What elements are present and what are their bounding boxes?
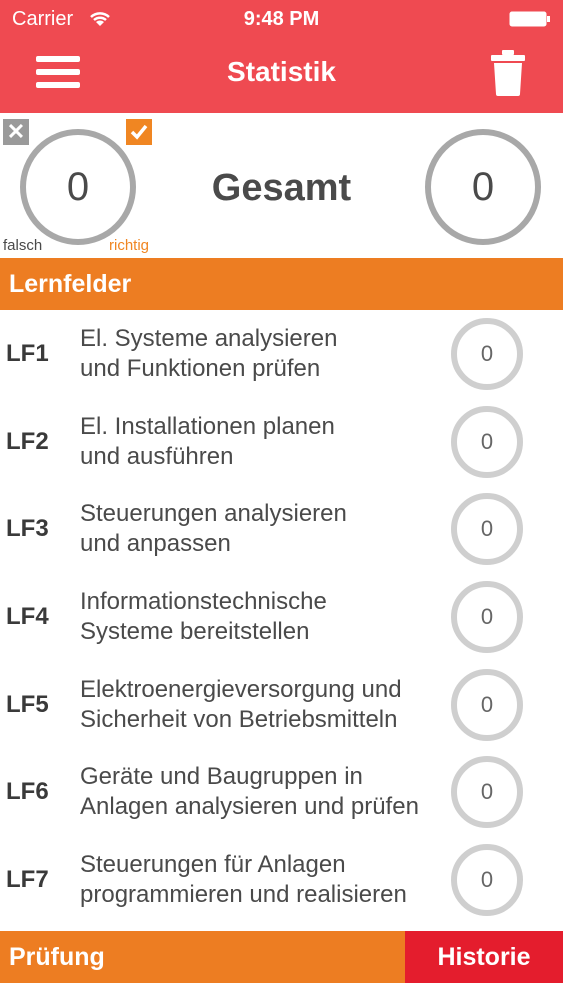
bottom-spacer	[0, 983, 563, 1000]
lernfeld-row-lf6[interactable]: LF6 Geräte und Baugruppen in Anlagen ana…	[0, 748, 563, 836]
lernfeld-count-ring: 0	[451, 756, 523, 829]
lernfeld-code: LF2	[6, 427, 49, 455]
lernfeld-code: LF5	[6, 690, 49, 718]
lernfeld-title-line2: Anlagen analysieren und prüfen	[80, 793, 419, 821]
lernfeld-row-lf3[interactable]: LF3 Steuerungen analysieren und anpassen…	[0, 485, 563, 573]
battery-icon	[509, 11, 550, 27]
lernfeld-title: El. Systeme analysieren und Funktionen p…	[80, 310, 337, 398]
wrong-badge-icon: ✕	[3, 119, 29, 145]
check-badge-icon	[126, 119, 152, 145]
lernfeld-title-line1: Elektroenergieversorgung und	[80, 675, 402, 703]
lernfeld-title: Steuerungen für Anlagen programmieren un…	[80, 836, 407, 924]
tab-pruefung[interactable]: Prüfung	[0, 931, 405, 983]
lernfeld-title-line2: und Funktionen prüfen	[80, 354, 321, 382]
lernfeld-count-ring: 0	[451, 405, 523, 478]
lernfeld-title-line1: Steuerungen analysieren	[80, 500, 347, 528]
lernfeld-title-line1: El. Systeme analysieren	[80, 324, 338, 352]
lernfeld-row-lf4[interactable]: LF4 Informationstechnische Systeme berei…	[0, 573, 563, 661]
lernfeld-title-line2: programmieren und realisieren	[80, 880, 407, 908]
trash-icon[interactable]	[490, 50, 526, 96]
lernfeld-row-lf7[interactable]: LF7 Steuerungen für Anlagen programmiere…	[0, 836, 563, 924]
lernfeld-title-line2: Systeme bereitstellen	[80, 617, 310, 645]
lernfelder-list: LF1 El. Systeme analysieren und Funktion…	[0, 310, 563, 924]
lernfeld-count-ring: 0	[451, 668, 523, 741]
lernfeld-title-line1: El. Installationen planen	[80, 412, 335, 440]
lernfeld-code: LF3	[6, 515, 49, 543]
lernfeld-title-line1: Informationstechnische	[80, 587, 327, 615]
bottom-bar: Prüfung Historie	[0, 931, 563, 983]
lernfeld-title: Informationstechnische Systeme bereitste…	[80, 573, 327, 661]
status-bar: Carrier 9:48 PM	[0, 0, 563, 40]
lernfeld-title: El. Installationen planen und ausführen	[80, 398, 335, 486]
lernfeld-row-lf1[interactable]: LF1 El. Systeme analysieren und Funktion…	[0, 310, 563, 398]
lernfeld-code: LF7	[6, 865, 49, 893]
lernfeld-title-line1: Steuerungen für Anlagen	[80, 850, 346, 878]
page-title: Statistik	[227, 56, 336, 87]
lernfeld-count-ring: 0	[451, 493, 523, 566]
section-header-lernfelder: Lernfelder	[0, 258, 563, 310]
nav-header: Carrier 9:48 PM Statistik	[0, 0, 563, 113]
lernfeld-code: LF4	[6, 602, 49, 630]
lernfeld-title-line1: Geräte und Baugruppen in	[80, 763, 363, 791]
lernfeld-title: Steuerungen analysieren und anpassen	[80, 485, 347, 573]
lernfeld-count-ring: 0	[451, 844, 523, 917]
lernfeld-row-lf2[interactable]: LF2 El. Installationen planen und ausfüh…	[0, 398, 563, 486]
historie-button[interactable]: Historie	[405, 931, 563, 983]
lernfeld-title: Elektroenergieversorgung und Sicherheit …	[80, 661, 402, 749]
right-count-ring: 0	[425, 129, 541, 245]
lernfeld-title-line2: und anpassen	[80, 530, 231, 558]
lernfeld-code: LF6	[6, 778, 49, 806]
lernfeld-title: Geräte und Baugruppen in Anlagen analysi…	[80, 748, 419, 836]
lernfeld-count-ring: 0	[451, 581, 523, 654]
lernfeld-title-line2: und ausführen	[80, 442, 234, 470]
lernfeld-count-ring: 0	[451, 318, 523, 390]
lernfeld-code: LF1	[6, 339, 49, 367]
status-time: 9:48 PM	[243, 8, 320, 30]
lernfeld-row-lf5[interactable]: LF5 Elektroenergieversorgung und Sicherh…	[0, 661, 563, 749]
summary-panel: ✕ 0 Gesamt 0 falsch richtig	[0, 113, 563, 258]
lernfeld-title-line2: Sicherheit von Betriebsmitteln	[80, 705, 398, 733]
wrong-label: falsch	[3, 237, 43, 254]
right-label: richtig	[109, 237, 150, 254]
